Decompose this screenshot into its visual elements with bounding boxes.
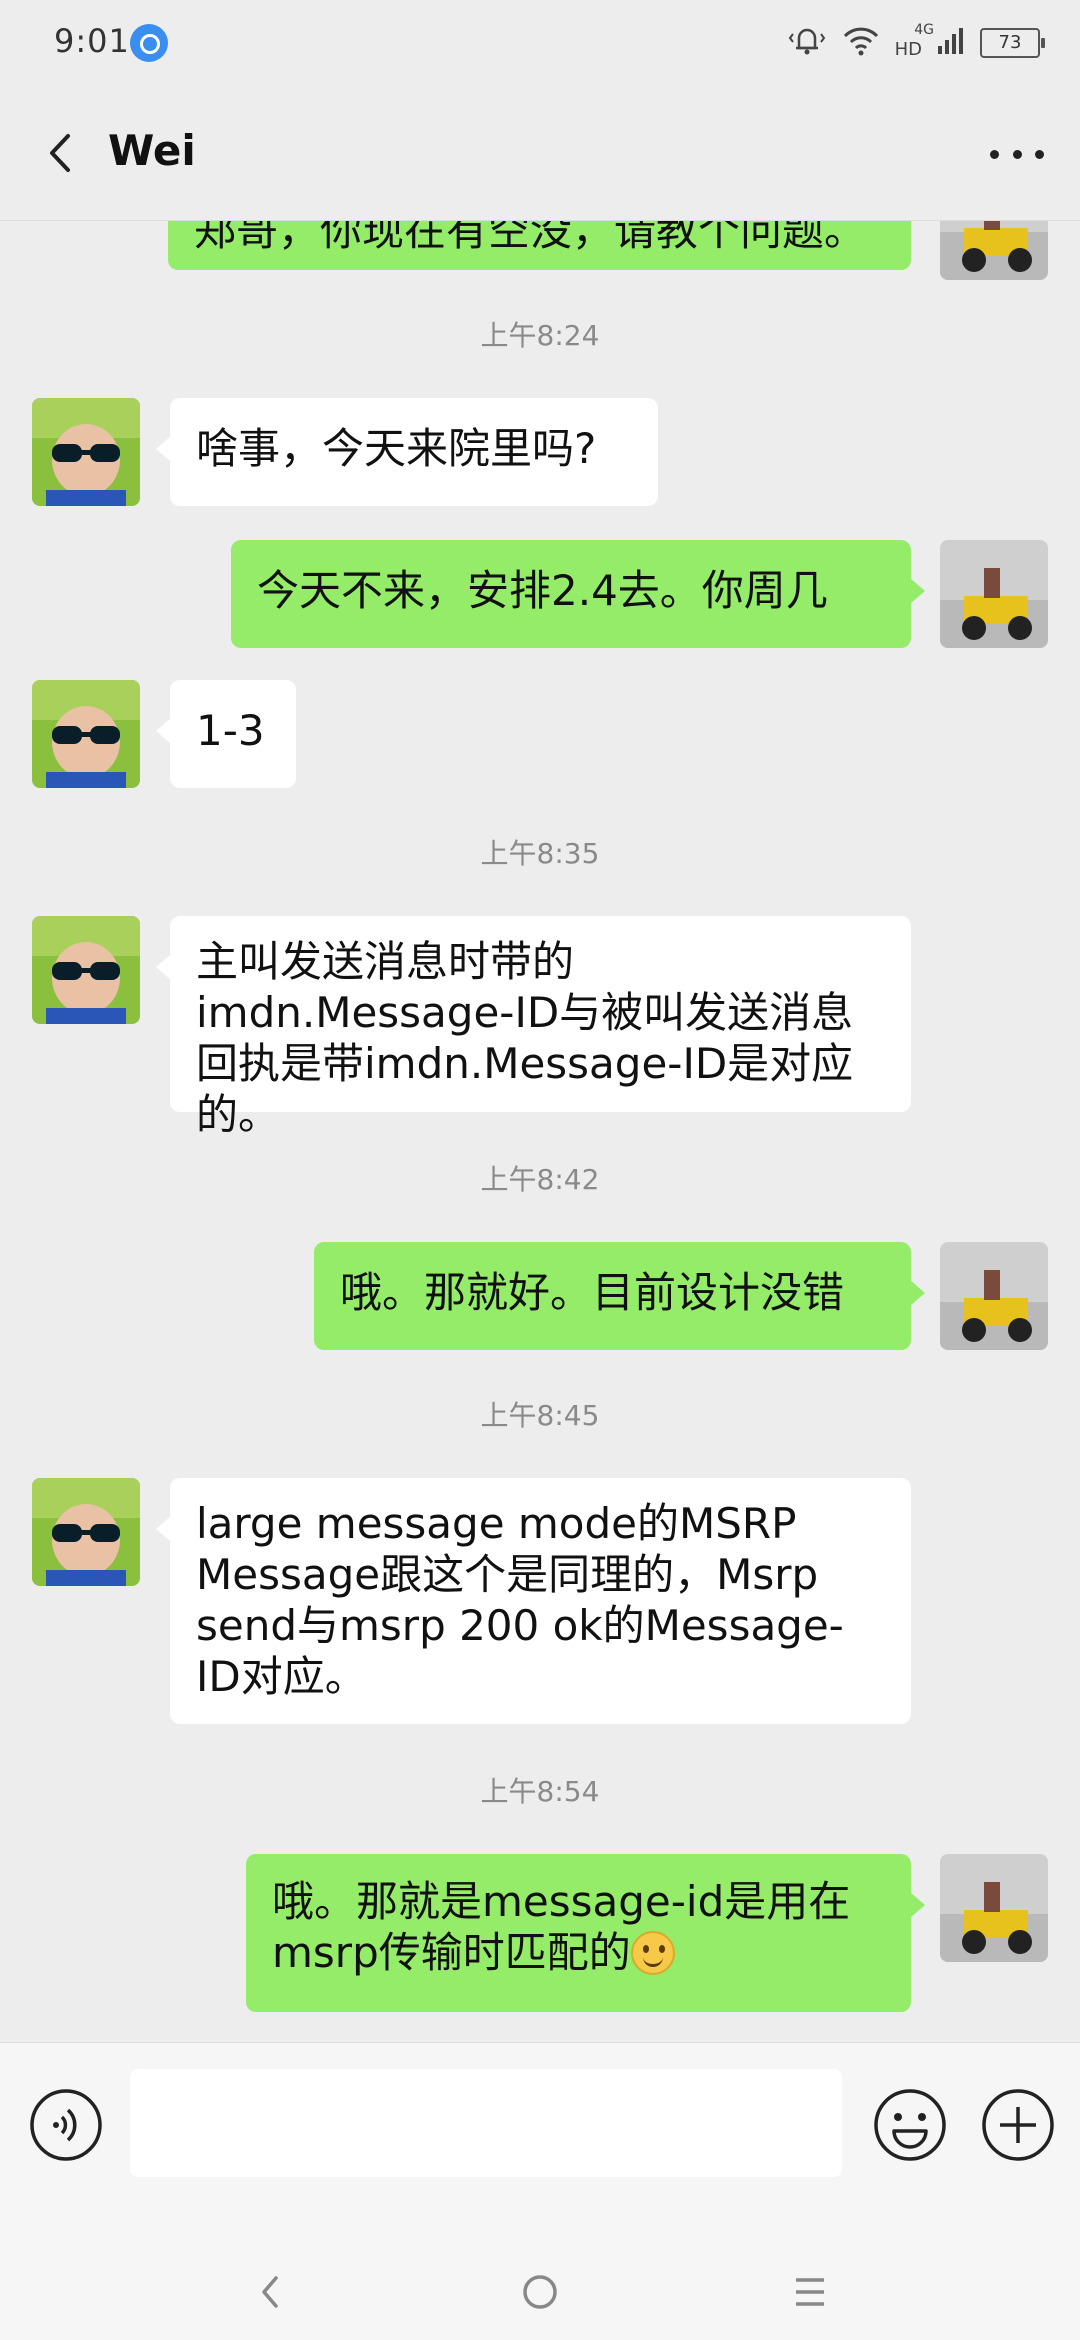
nav-back-button[interactable]	[240, 2262, 300, 2322]
chevron-left-icon	[50, 134, 70, 172]
more-dots-icon	[990, 149, 999, 159]
smile-emoji-icon	[630, 1931, 675, 1975]
plus-icon	[982, 2089, 1054, 2161]
status-time: 9:01	[54, 22, 130, 60]
voice-button[interactable]	[28, 2087, 104, 2163]
avatar-contact[interactable]	[32, 398, 140, 506]
message-text: 哦。那就是message-id是用在msrp传输时匹配的	[272, 1877, 851, 1977]
nav-home-button[interactable]	[510, 2262, 570, 2322]
message-text: 主叫发送消息时带的imdn.Message-ID与被叫发送消息回执是带imdn.…	[196, 937, 854, 1139]
avatar-self[interactable]	[940, 1854, 1048, 1962]
message-bubble-out[interactable]: 郑哥，你现在有空没，请教个问题。	[168, 220, 911, 270]
more-dot	[1035, 149, 1044, 159]
signal-icon	[936, 24, 966, 62]
avatar-contact[interactable]	[32, 680, 140, 788]
message-timestamp: 上午8:45	[480, 1399, 600, 1432]
message-timestamp: 上午8:54	[480, 1775, 600, 1808]
message-text: large message mode的MSRP Message跟这个是同理的，M…	[196, 1499, 844, 1701]
chat-header: Wei	[0, 88, 1080, 221]
message-text: 啥事，今天来院里吗?	[196, 424, 597, 473]
more-options-button[interactable]	[982, 124, 1052, 184]
message-text: 今天不来，安排2.4去。你周几	[257, 566, 828, 615]
message-timestamp: 上午8:35	[480, 837, 600, 870]
wifi-icon	[841, 22, 881, 64]
message-bubble-in[interactable]: large message mode的MSRP Message跟这个是同理的，M…	[156, 1478, 911, 1724]
message-bubble-in[interactable]: 1-3	[156, 680, 296, 788]
message-timestamp: 上午8:24	[480, 319, 600, 352]
more-dot	[1012, 149, 1022, 159]
notification-badge-icon	[130, 24, 168, 62]
avatar-self[interactable]	[940, 1242, 1048, 1350]
message-bubble-out[interactable]: 今天不来，安排2.4去。你周几	[231, 540, 925, 648]
emoji-button[interactable]	[872, 2087, 948, 2163]
system-nav-bar	[0, 2240, 1080, 2340]
avatar-contact[interactable]	[32, 1478, 140, 1586]
vibrate-bell-icon	[787, 20, 827, 66]
network-hd-label: HD	[894, 38, 922, 60]
chat-title: Wei	[108, 126, 196, 175]
status-bar: 9:01 4G HD 73	[0, 0, 1080, 88]
back-button[interactable]	[28, 118, 98, 188]
avatar-self[interactable]	[940, 540, 1048, 648]
voice-icon	[30, 2089, 102, 2161]
message-input[interactable]	[130, 2069, 842, 2177]
message-list[interactable]: 郑哥，你现在有空没，请教个问题。 上午8:24 啥事，今天来院里吗? 今天不来，…	[0, 220, 1080, 2042]
message-bubble-out[interactable]: 哦。那就好。目前设计没错	[314, 1242, 925, 1350]
message-bubble-in[interactable]: 啥事，今天来院里吗?	[156, 398, 658, 506]
nav-back-icon	[262, 2276, 278, 2308]
nav-menu-button[interactable]	[780, 2262, 840, 2322]
nav-home-icon	[523, 2275, 557, 2309]
emoji-icon	[874, 2089, 946, 2161]
message-timestamp: 上午8:42	[480, 1163, 600, 1196]
message-text: 郑哥，你现在有空没，请教个问题。	[194, 220, 867, 255]
input-bar	[0, 2042, 1080, 2241]
avatar-self[interactable]	[940, 220, 1048, 280]
nav-menu-icon	[796, 2278, 824, 2306]
more-functions-button[interactable]	[980, 2087, 1056, 2163]
message-text: 1-3	[196, 706, 265, 755]
message-bubble-out[interactable]: 哦。那就是message-id是用在msrp传输时匹配的	[246, 1854, 925, 2012]
battery-indicator: 73	[980, 28, 1045, 58]
message-text: 哦。那就好。目前设计没错	[340, 1268, 845, 1317]
avatar-contact[interactable]	[32, 916, 140, 1024]
message-bubble-in[interactable]: 主叫发送消息时带的imdn.Message-ID与被叫发送消息回执是带imdn.…	[156, 916, 911, 1139]
